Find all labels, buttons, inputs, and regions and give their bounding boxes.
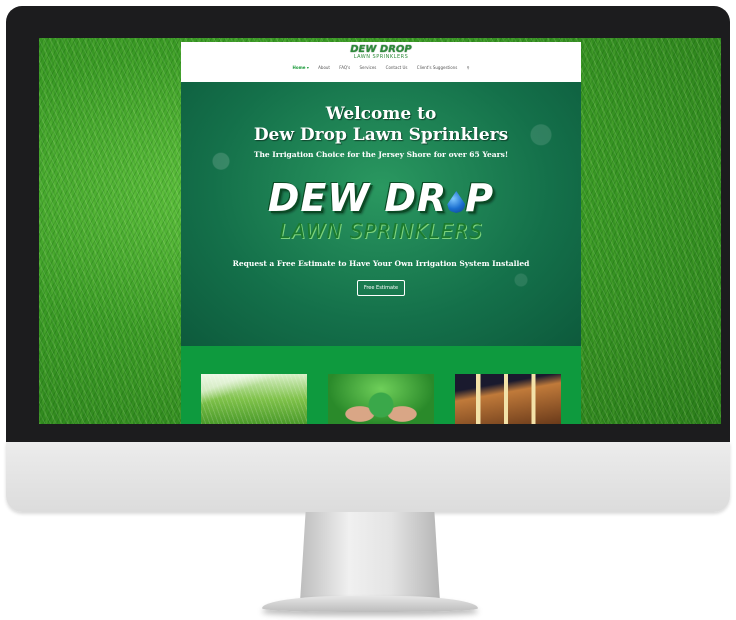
nav-about[interactable]: About xyxy=(318,65,330,70)
hero-logo-word: DEW DR P xyxy=(181,179,581,217)
nav-home[interactable]: Home ▾ xyxy=(293,65,309,70)
hero-logo: DEW DR P LAWN SPRINKLERS xyxy=(181,179,581,241)
services-section xyxy=(181,346,581,424)
nav-faqs[interactable]: FAQ's xyxy=(339,65,350,70)
monitor-stand-neck xyxy=(300,512,440,602)
hero-title: Welcome to Dew Drop Lawn Sprinklers xyxy=(181,82,581,146)
site-header: DEW DROP LAWN SPRINKLERS Home ▾ About FA… xyxy=(181,42,581,82)
screen: DEW DROP LAWN SPRINKLERS Home ▾ About FA… xyxy=(39,38,721,424)
hero-request-text: Request a Free Estimate to Have Your Own… xyxy=(232,259,530,268)
monitor-stand-base xyxy=(262,596,478,612)
free-estimate-button[interactable]: Free Estimate xyxy=(356,280,406,296)
hero-tagline: The Irrigation Choice for the Jersey Sho… xyxy=(253,150,509,159)
hero-logo-dewdr: DEW DR xyxy=(267,176,448,220)
header-logo-subtitle: LAWN SPRINKLERS xyxy=(353,54,409,60)
house-lighting-image[interactable] xyxy=(455,374,561,424)
monitor-bezel: DEW DROP LAWN SPRINKLERS Home ▾ About FA… xyxy=(6,6,730,442)
hero-logo-p: P xyxy=(465,176,495,220)
sprinkler-image[interactable] xyxy=(201,374,307,424)
main-nav: Home ▾ About FAQ's Services Contact Us C… xyxy=(181,65,581,70)
hero-logo-subtitle: LAWN SPRINKLERS xyxy=(279,219,483,243)
nav-services[interactable]: Services xyxy=(360,65,377,70)
nav-clients-suggestions[interactable]: Client's Suggestions xyxy=(417,65,457,70)
monitor-chin xyxy=(6,442,730,512)
nav-contact-us[interactable]: Contact Us xyxy=(386,65,408,70)
globe-hands-image[interactable] xyxy=(328,374,434,424)
hero-title-line1: Welcome to xyxy=(325,104,437,124)
website: DEW DROP LAWN SPRINKLERS Home ▾ About FA… xyxy=(181,42,581,424)
hero-section: Welcome to Dew Drop Lawn Sprinklers The … xyxy=(181,82,581,346)
header-logo[interactable]: DEW DROP LAWN SPRINKLERS xyxy=(350,45,411,60)
search-icon[interactable]: ⚲ xyxy=(467,65,470,70)
hero-title-line2: Dew Drop Lawn Sprinklers xyxy=(253,125,509,145)
water-drop-icon xyxy=(447,191,466,213)
